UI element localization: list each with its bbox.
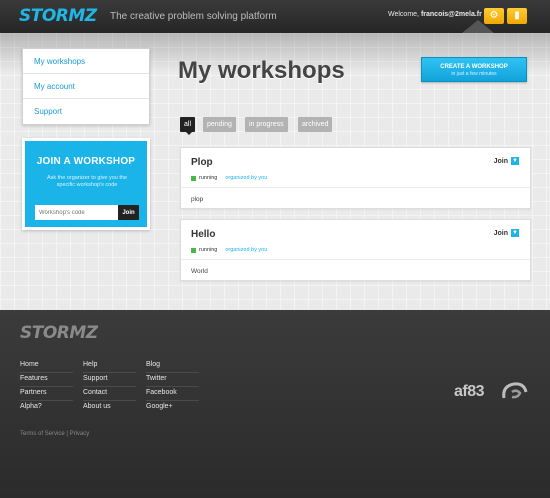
footer-link-alpha[interactable]: Alpha?: [20, 401, 73, 415]
create-workshop-button[interactable]: CREATE A WORKSHOP in just a few minutes: [421, 57, 527, 82]
status-icon: [191, 175, 196, 181]
footer-link-home[interactable]: Home: [20, 359, 73, 373]
workshop-owner: organized by you: [225, 247, 268, 253]
filter-archived[interactable]: archived: [298, 117, 333, 132]
workshop-join-button[interactable]: Join ▼: [494, 157, 519, 165]
workshop-title[interactable]: Hello: [191, 229, 215, 240]
sidebar-item-my-workshops[interactable]: My workshops: [23, 49, 149, 74]
join-description: Ask the organizer to give you the specif…: [46, 175, 128, 188]
tagline: The creative problem solving platform: [110, 11, 277, 22]
header-notch: [462, 20, 494, 33]
terms-link[interactable]: Terms of Service: [20, 431, 65, 437]
footer-link-support[interactable]: Support: [83, 373, 136, 387]
footer-link-help[interactable]: Help: [83, 359, 136, 373]
sidebar-item-my-account[interactable]: My account: [23, 74, 149, 99]
join-title: JOIN A WORKSHOP: [36, 156, 136, 167]
workshop-card: Hello Join ▼ running organized by you Wo…: [180, 219, 531, 281]
footer-link-partners[interactable]: Partners: [20, 387, 73, 401]
workshop-code-input[interactable]: [35, 205, 118, 220]
logout-button[interactable]: ▮: [507, 8, 527, 24]
af83-logo[interactable]: af83: [454, 383, 485, 401]
swirl-icon: [502, 382, 528, 399]
page-title: My workshops: [178, 57, 345, 84]
footer-column: Blog Twitter Facebook Google+: [146, 359, 199, 415]
workshop-join-label: Join: [493, 229, 508, 237]
workshop-card: Plop Join ▼ running organized by you plo…: [180, 147, 531, 209]
legal-links: Terms of Service | Privacy: [20, 431, 89, 437]
filter-active-indicator: [186, 132, 192, 135]
sidebar-item-support[interactable]: Support: [23, 99, 149, 124]
filter-pending[interactable]: pending: [203, 117, 236, 132]
workshop-meta: running organized by you: [191, 175, 267, 181]
card-divider: [181, 259, 530, 260]
footer-link-twitter[interactable]: Twitter: [146, 373, 199, 387]
workshop-status: running: [199, 175, 218, 181]
door-icon: ▮: [514, 10, 520, 21]
sidebar-nav: My workshops My account Support: [22, 48, 150, 125]
status-icon: [191, 247, 196, 253]
footer-link-google-plus[interactable]: Google+: [146, 401, 199, 415]
welcome-prefix: Welcome,: [388, 11, 419, 18]
card-divider: [181, 187, 530, 188]
footer-logo: STORMZ: [20, 323, 98, 343]
workshop-description: World: [191, 268, 208, 275]
create-workshop-sublabel: in just a few minutes: [451, 71, 497, 77]
arrow-down-icon: ▼: [511, 229, 519, 237]
welcome-text: Welcome, francois@2mela.fr: [388, 11, 482, 18]
arrow-down-icon: ▼: [511, 157, 519, 165]
workshop-meta: running organized by you: [191, 247, 267, 253]
filter-all[interactable]: all: [180, 117, 196, 132]
privacy-link[interactable]: Privacy: [70, 431, 90, 437]
workshop-owner: organized by you: [225, 175, 268, 181]
create-workshop-label: CREATE A WORKSHOP: [440, 64, 508, 70]
footer-link-facebook[interactable]: Facebook: [146, 387, 199, 401]
footer-link-about-us[interactable]: About us: [83, 401, 136, 415]
join-button[interactable]: Join: [118, 205, 139, 220]
workshop-description: plop: [191, 196, 204, 203]
workshop-title[interactable]: Plop: [191, 157, 213, 168]
workshop-join-label: Join: [493, 157, 508, 165]
legal-separator: |: [66, 431, 68, 437]
workshop-join-button[interactable]: Join ▼: [494, 229, 519, 237]
filter-in-progress[interactable]: in progress: [245, 117, 288, 132]
footer: STORMZ Home Features Partners Alpha? Hel…: [0, 310, 550, 498]
join-workshop-panel: JOIN A WORKSHOP Ask the organizer to giv…: [22, 138, 150, 230]
footer-column: Home Features Partners Alpha?: [20, 359, 73, 415]
footer-link-contact[interactable]: Contact: [83, 387, 136, 401]
footer-link-features[interactable]: Features: [20, 373, 73, 387]
footer-column: Help Support Contact About us: [83, 359, 136, 415]
user-email: francois@2mela.fr: [420, 11, 482, 18]
workshop-status: running: [199, 247, 218, 253]
stormz-logo[interactable]: STORMZ: [19, 6, 97, 26]
footer-link-blog[interactable]: Blog: [146, 359, 199, 373]
